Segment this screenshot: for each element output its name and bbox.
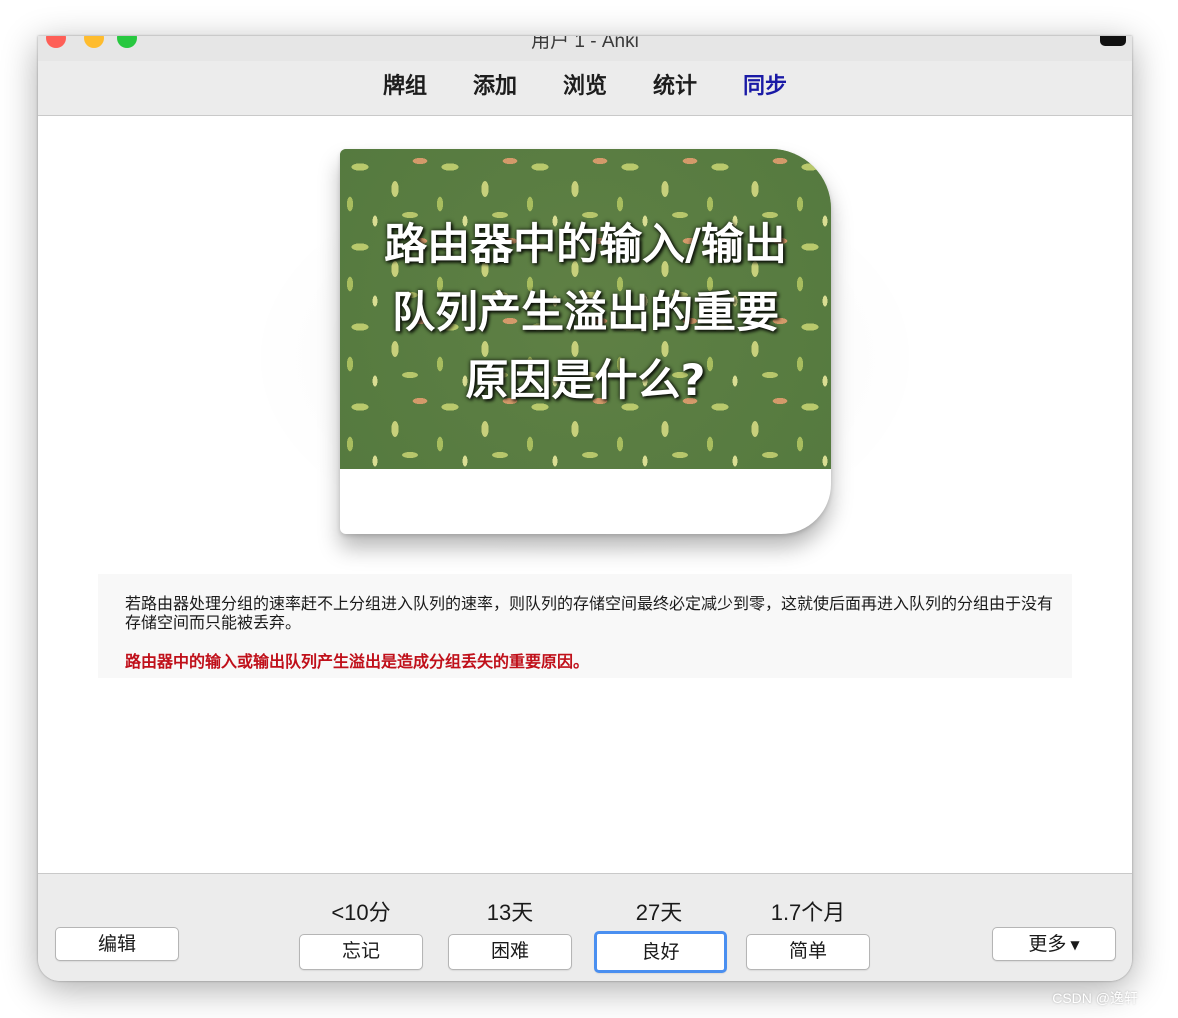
main-nav: 牌组 添加 浏览 统计 同步: [38, 73, 1132, 101]
anki-window: 用户 1 - Anki 牌组 添加 浏览 统计 同步 路由器中的输入/输出 队列…: [38, 36, 1132, 981]
good-button-label: 良好: [641, 941, 680, 963]
toolbar-toggle-icon[interactable]: [1100, 36, 1126, 46]
flashcard: 路由器中的输入/输出 队列产生溢出的重要 原因是什么?: [340, 149, 831, 534]
answer-key-point: 路由器中的输入或输出队列产生溢出是造成分组丢失的重要原因。: [125, 652, 590, 671]
interval-good: 27天: [635, 900, 683, 925]
more-button-label: 更多: [1028, 933, 1067, 955]
window-title: 用户 1 - Anki: [531, 36, 639, 52]
answer-box: 若路由器处理分组的速率赶不上分组进入队列的速率，则队列的存储空间最终必定减少到零…: [98, 574, 1072, 678]
answer-text: 若路由器处理分组的速率赶不上分组进入队列的速率，则队列的存储空间最终必定减少到零…: [125, 594, 1054, 632]
edit-button[interactable]: 编辑: [55, 927, 179, 961]
again-button-label: 忘记: [341, 940, 380, 962]
hard-button-label: 困难: [490, 940, 529, 962]
nav-stats[interactable]: 统计: [653, 73, 697, 101]
again-button[interactable]: 忘记: [299, 934, 423, 970]
edit-button-label: 编辑: [97, 933, 136, 955]
review-area: 路由器中的输入/输出 队列产生溢出的重要 原因是什么? 若路由器处理分组的速率赶…: [38, 116, 1132, 873]
hard-button[interactable]: 困难: [448, 934, 572, 970]
title-bar: 用户 1 - Anki: [38, 36, 1132, 61]
more-button[interactable]: 更多 ▼: [992, 927, 1116, 961]
card-question: 路由器中的输入/输出 队列产生溢出的重要 原因是什么?: [384, 220, 787, 406]
bottom-bar: 编辑 <10分 13天 27天 1.7个月 忘记 困难 良好 简单 更多 ▼: [38, 873, 1132, 981]
caret-down-icon: ▼: [1070, 937, 1080, 952]
nav-sync[interactable]: 同步: [743, 73, 787, 101]
top-toolbar: 牌组 添加 浏览 统计 同步: [38, 61, 1132, 116]
nav-decks[interactable]: 牌组: [383, 73, 427, 101]
good-button[interactable]: 良好: [594, 931, 727, 973]
nav-add[interactable]: 添加: [473, 73, 517, 101]
watermark: CSDN @逸轩: [1052, 990, 1138, 1006]
interval-hard: 13天: [486, 900, 534, 925]
easy-button-label: 简单: [788, 940, 827, 962]
easy-button[interactable]: 简单: [746, 934, 870, 970]
interval-easy: 1.7个月: [770, 900, 846, 925]
nav-browse[interactable]: 浏览: [563, 73, 607, 101]
interval-again: <10分: [331, 900, 391, 925]
